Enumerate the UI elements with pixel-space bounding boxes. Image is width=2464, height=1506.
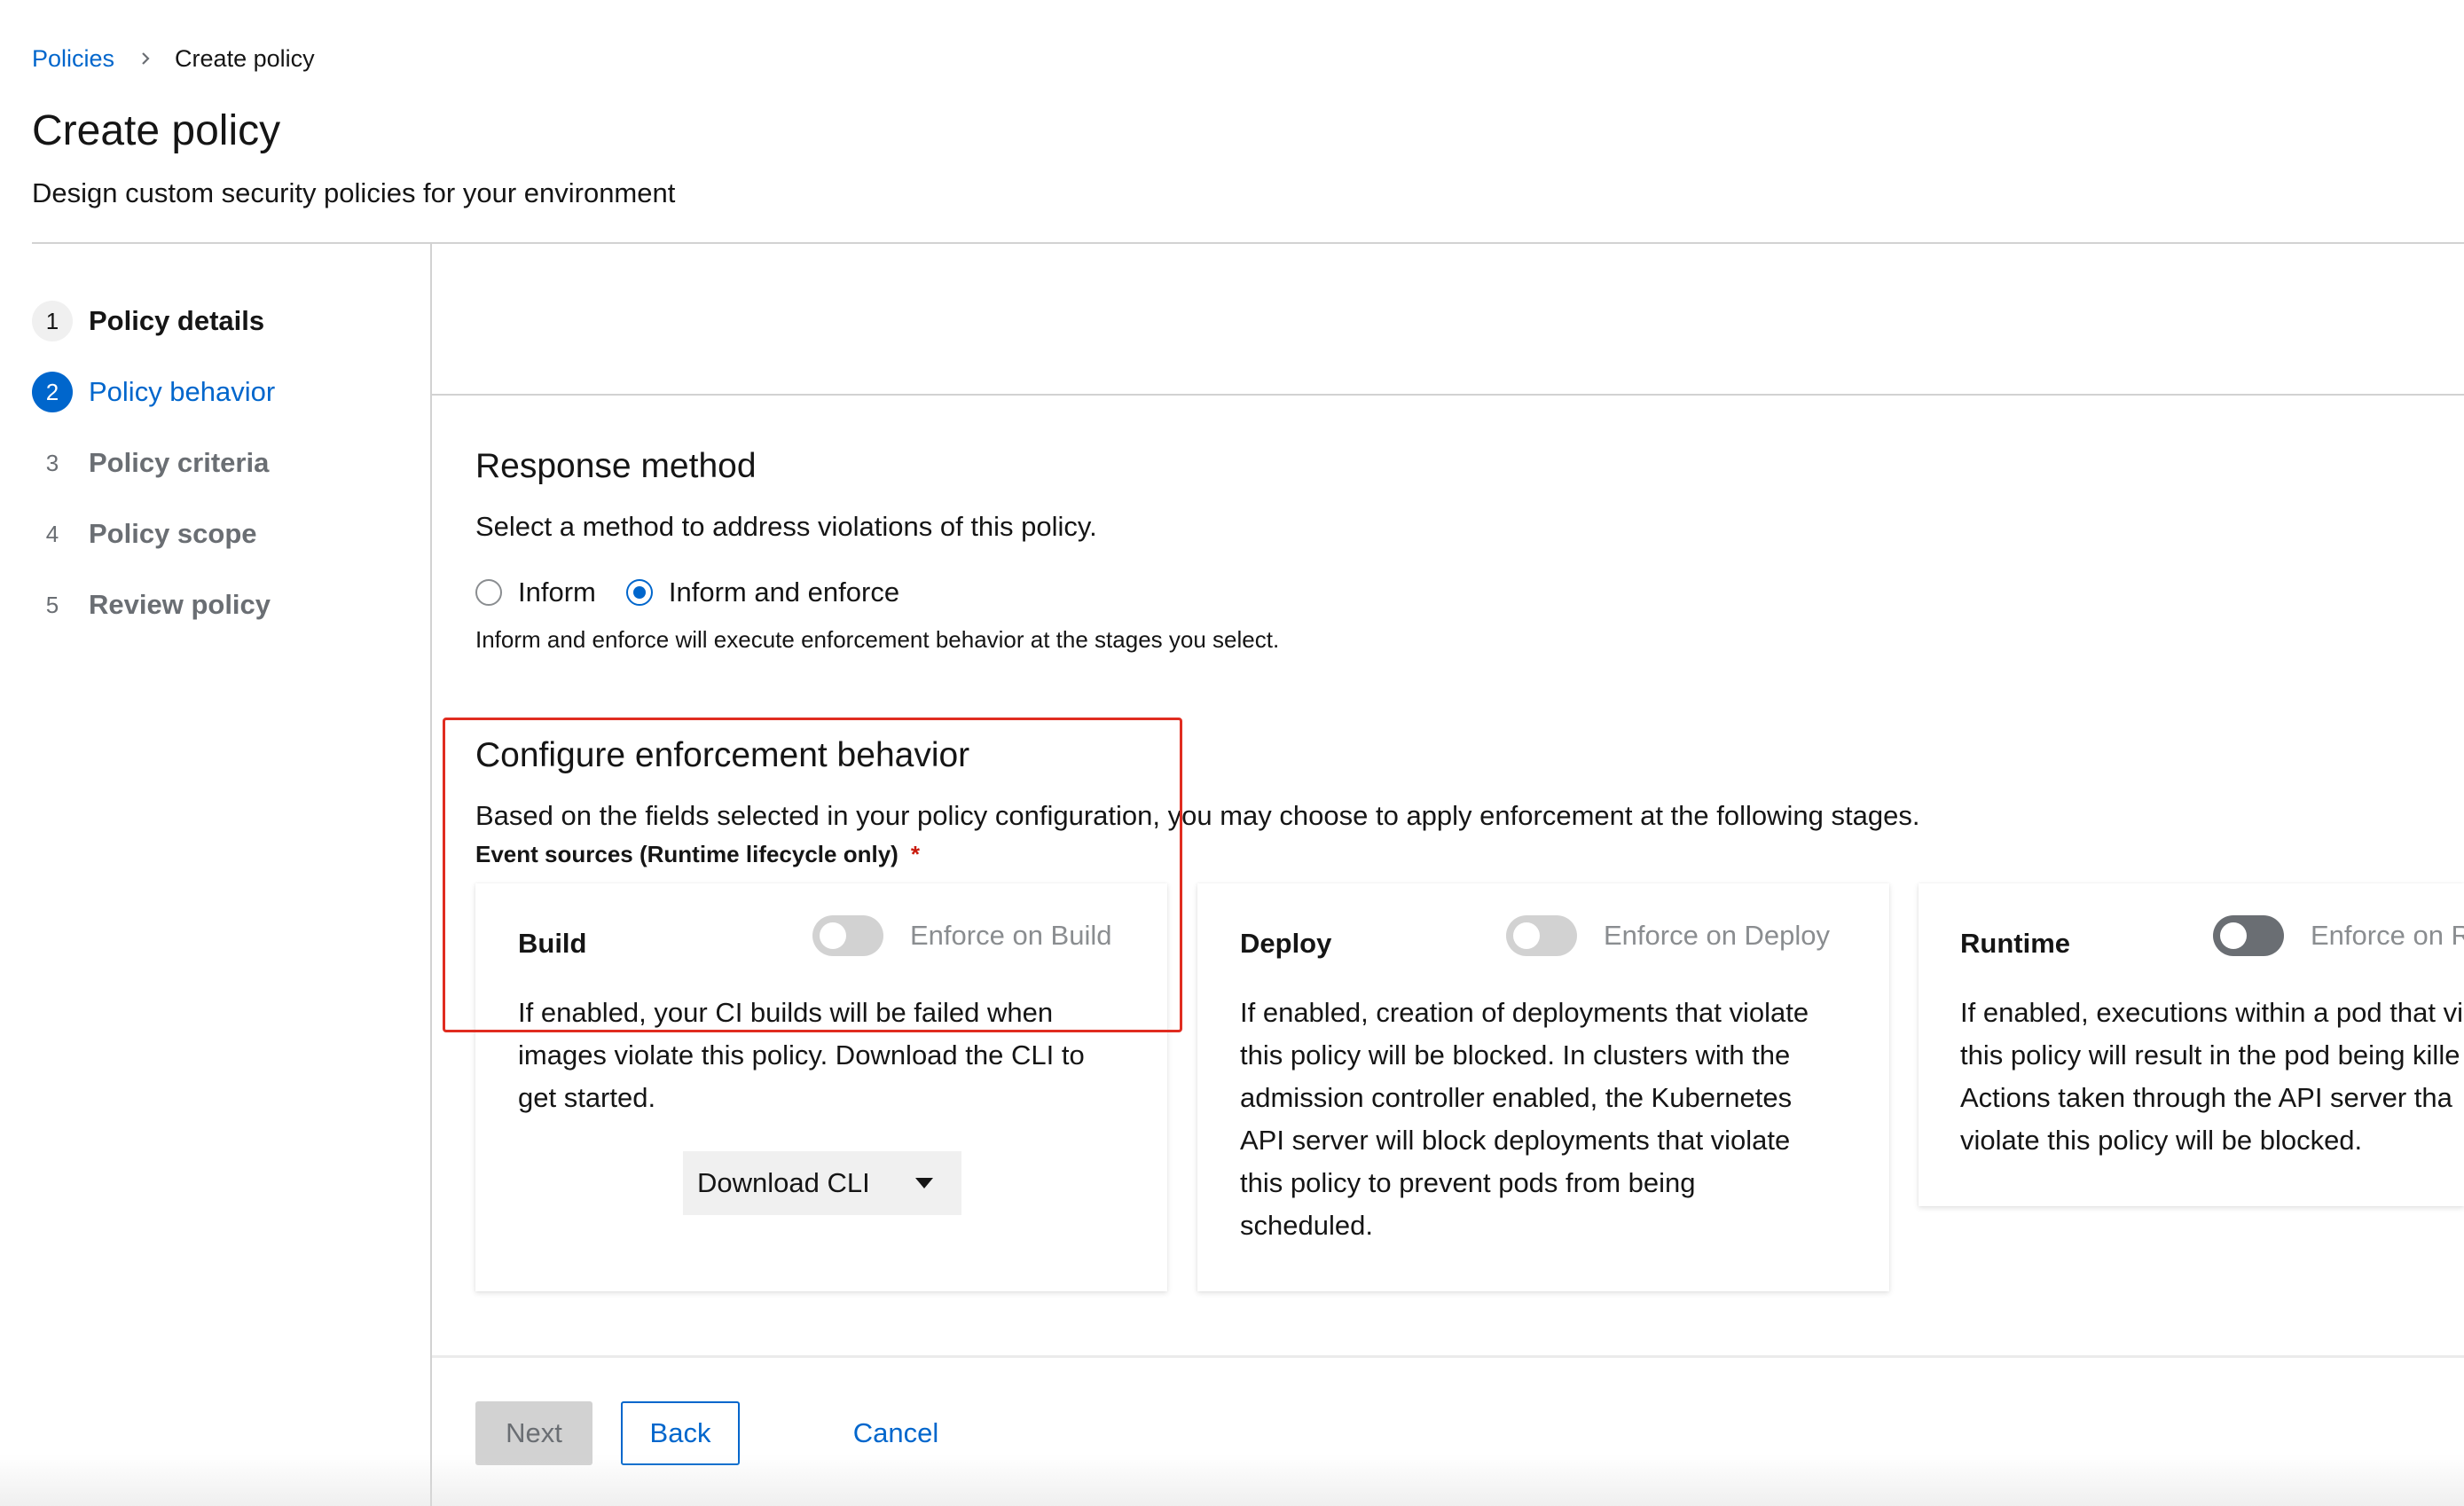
wizard-step-policy-behavior[interactable]: 2 Policy behavior	[32, 357, 422, 427]
step-number: 3	[45, 449, 59, 476]
step-number: 4	[45, 520, 59, 547]
download-cli-button[interactable]: Download CLI	[683, 1151, 961, 1215]
radio-label: Inform	[518, 577, 596, 608]
step-number: 5	[45, 591, 59, 618]
toggle-label: Enforce on Deploy	[1604, 920, 1831, 951]
card-line: scheduled.	[1240, 1210, 1373, 1241]
card-title: Build	[518, 928, 587, 959]
event-sources-label: Event sources (Runtime lifecycle only) *	[475, 839, 920, 869]
footer-divider	[432, 1355, 2464, 1358]
card-line: admission controller enabled, the Kubern…	[1240, 1082, 1793, 1113]
card-line: this policy to prevent pods from being	[1240, 1167, 1696, 1198]
card-line: this policy will be blocked. In clusters…	[1240, 1039, 1791, 1071]
cancel-button[interactable]: Cancel	[837, 1401, 954, 1465]
card-line: get started.	[518, 1082, 656, 1113]
wizard-nav: 1 Policy details 2 Policy behavior 3 Pol…	[32, 286, 422, 640]
card-line: API server will block deployments that v…	[1240, 1125, 1791, 1156]
enforcement-description: Based on the fields selected in your pol…	[475, 800, 1920, 831]
toggle-switch	[1506, 915, 1577, 956]
radio-inform-and-enforce[interactable]: Inform and enforce	[625, 577, 900, 608]
card-description: If enabled, executions within a pod that…	[1960, 992, 2464, 1162]
back-button[interactable]: Back	[621, 1401, 740, 1465]
required-marker: *	[910, 841, 920, 867]
step-header-divider	[432, 394, 2464, 396]
enforce-on-deploy-toggle[interactable]: Enforce on Deploy	[1506, 915, 1830, 956]
build-card: Build Enforce on Build If enabled, your …	[475, 883, 1167, 1291]
radio-label: Inform and enforce	[668, 577, 900, 608]
next-button[interactable]: Next	[475, 1401, 592, 1465]
radio-inform[interactable]: Inform	[475, 577, 596, 608]
chevron-right-icon	[142, 52, 150, 65]
response-method-radio-group: Inform Inform and enforce	[475, 577, 930, 608]
step-label: Review policy	[89, 589, 271, 620]
wizard-step-policy-details[interactable]: 1 Policy details	[32, 286, 422, 357]
page-subtitle: Design custom security policies for your…	[32, 177, 676, 208]
toggle-label: Enforce on Build	[910, 920, 1112, 951]
download-cli-label: Download CLI	[697, 1167, 870, 1198]
event-sources-text: Event sources (Runtime lifecycle only)	[475, 841, 898, 867]
step-number: 1	[32, 301, 73, 341]
card-line: If enabled, executions within a pod that…	[1960, 997, 2463, 1028]
step-label: Policy criteria	[89, 447, 270, 478]
card-line: Actions taken through the API server tha	[1960, 1082, 2452, 1113]
step-number: 2	[32, 372, 73, 412]
card-line: If enabled, creation of deployments that…	[1240, 997, 1809, 1028]
toggle-label: Enforce on R	[2311, 920, 2464, 951]
card-description: If enabled, creation of deployments that…	[1240, 992, 1870, 1247]
caret-down-icon	[915, 1178, 933, 1188]
wizard-step-policy-scope[interactable]: 4 Policy scope	[32, 498, 422, 569]
step-label: Policy scope	[89, 518, 257, 549]
response-method-description: Select a method to address violations of…	[475, 511, 1097, 542]
response-method-helper: Inform and enforce will execute enforcem…	[475, 626, 1280, 653]
card-description: If enabled, your CI builds will be faile…	[518, 992, 1148, 1119]
enforce-on-build-toggle[interactable]: Enforce on Build	[812, 915, 1111, 956]
enforcement-title: Configure enforcement behavior	[475, 736, 970, 774]
card-title: Deploy	[1240, 928, 1332, 959]
nav-divider	[430, 244, 432, 1506]
header-divider	[32, 242, 2464, 244]
page-title: Create policy	[32, 107, 281, 154]
toggle-switch	[812, 915, 883, 956]
radio-checked-icon	[625, 579, 653, 606]
toggle-switch	[2213, 915, 2284, 956]
breadcrumb: Policies Create policy	[32, 43, 315, 75]
radio-unchecked-icon	[475, 579, 502, 606]
response-method-title: Response method	[475, 447, 757, 485]
wizard-step-policy-criteria[interactable]: 3 Policy criteria	[32, 427, 422, 498]
breadcrumb-current: Create policy	[175, 45, 315, 72]
card-title: Runtime	[1960, 928, 2070, 959]
card-line: violate this policy will be blocked.	[1960, 1125, 2363, 1156]
card-line: images violate this policy. Download the…	[518, 1039, 1085, 1071]
card-line: this policy will result in the pod being…	[1960, 1039, 2460, 1071]
runtime-card: Runtime Enforce on R If enabled, executi…	[1919, 883, 2464, 1206]
breadcrumb-policies-link[interactable]: Policies	[32, 43, 114, 75]
enforce-on-runtime-toggle[interactable]: Enforce on R	[2213, 915, 2464, 956]
step-label: Policy details	[89, 305, 265, 336]
deploy-card: Deploy Enforce on Deploy If enabled, cre…	[1197, 883, 1889, 1291]
wizard-step-review-policy[interactable]: 5 Review policy	[32, 569, 422, 640]
step-label: Policy behavior	[89, 376, 276, 407]
card-line: If enabled, your CI builds will be faile…	[518, 997, 1054, 1028]
bottom-shadow	[0, 1455, 2464, 1506]
